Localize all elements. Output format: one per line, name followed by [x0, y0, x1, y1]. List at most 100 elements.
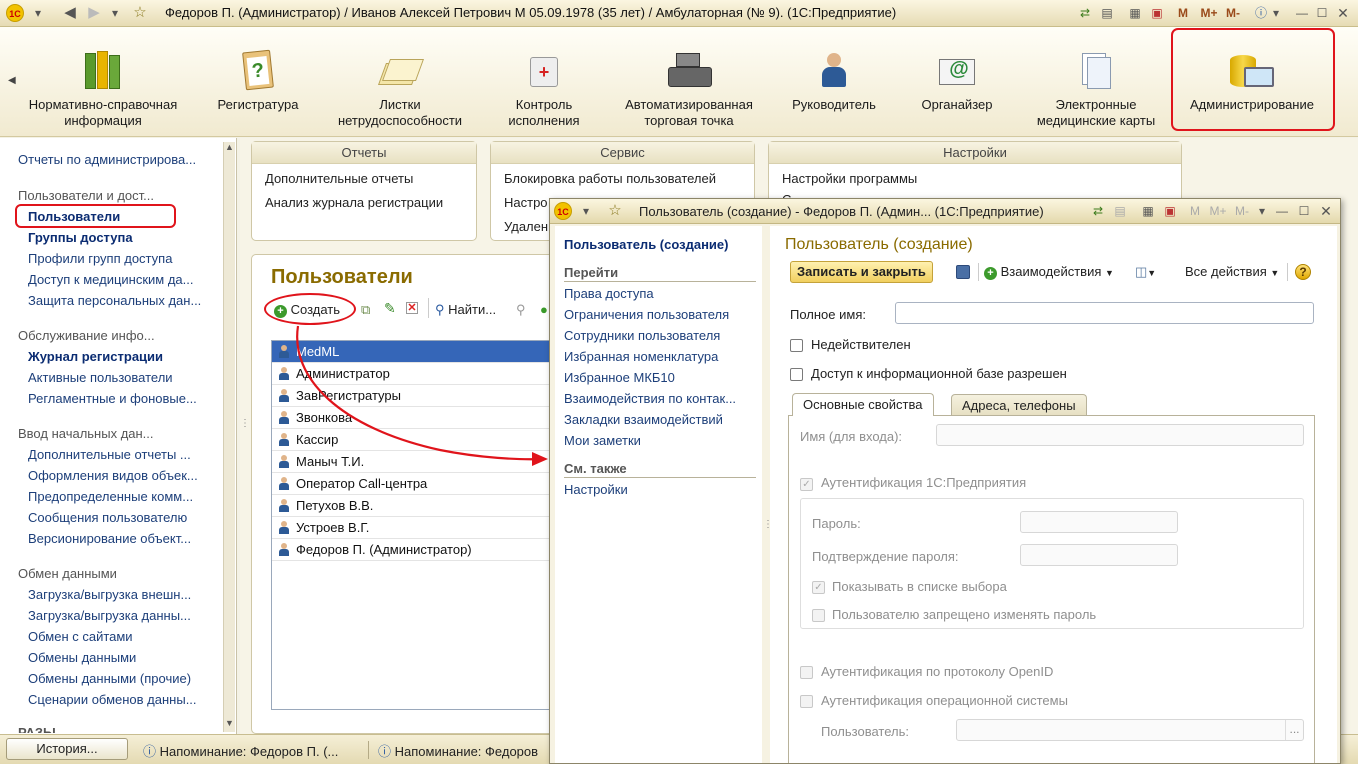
reminder-tab-1[interactable]: ⓘ Напоминание: Федоров П. (...: [143, 741, 338, 760]
dialog-nav-favorite-items[interactable]: Избранная номенклатура: [564, 349, 718, 364]
dialog-m-button[interactable]: M: [1188, 202, 1202, 220]
link-block-users[interactable]: Блокировка работы пользователей: [504, 171, 716, 186]
find-button[interactable]: ⚲ Найти...: [435, 302, 496, 318]
forward-arrow-icon[interactable]: ▶: [84, 4, 104, 22]
memory-mminus-button[interactable]: M-: [1222, 4, 1244, 22]
all-actions-button[interactable]: Все действия ▼: [1185, 264, 1279, 279]
section-organizer[interactable]: @ Органайзер: [912, 49, 1002, 113]
help-button[interactable]: ?: [1295, 264, 1311, 280]
access-allowed-checkbox[interactable]: [790, 368, 803, 381]
nav-access-groups[interactable]: Группы доступа: [28, 230, 133, 245]
nav-event-log[interactable]: Журнал регистрации: [28, 349, 163, 364]
section-registry[interactable]: ? Регистратура: [208, 49, 308, 113]
nav-other-exchanges[interactable]: Обмены данными (прочие): [28, 671, 191, 686]
nav-site-exchange[interactable]: Обмен с сайтами: [28, 629, 133, 644]
left-scrollbar[interactable]: ▲ ▼: [223, 142, 235, 732]
nav-personal-data-protection[interactable]: Защита персональных дан...: [28, 293, 201, 308]
nav-active-users[interactable]: Активные пользователи: [28, 370, 173, 385]
dialog-logo-icon[interactable]: 1С: [554, 202, 572, 220]
dialog-nav-settings[interactable]: Настройки: [564, 482, 628, 497]
section-medical-cards[interactable]: Электронные медицинские карты: [1026, 49, 1166, 129]
dialog-nav-access-rights[interactable]: Права доступа: [564, 286, 654, 301]
dialog-star-icon[interactable]: ☆: [606, 202, 624, 220]
dialog-nav-current[interactable]: Пользователь (создание): [564, 237, 728, 252]
nav-medical-data-access[interactable]: Доступ к медицинским да...: [28, 272, 194, 287]
nav-admin-reports[interactable]: Отчеты по администрирова...: [18, 152, 196, 167]
link-service-settings[interactable]: Настро: [504, 195, 548, 210]
link-additional-reports[interactable]: Дополнительные отчеты: [265, 171, 413, 186]
nav-object-versioning[interactable]: Версионирование объект...: [28, 531, 191, 546]
favorite-star-icon[interactable]: ☆: [130, 4, 150, 22]
nav-access-group-profiles[interactable]: Профили групп доступа: [28, 251, 172, 266]
dialog-link-icon[interactable]: ⇄: [1090, 202, 1106, 220]
openid-checkbox[interactable]: [800, 666, 813, 679]
cancel-search-icon[interactable]: ⚲: [516, 302, 526, 318]
dialog-maximize-icon[interactable]: ☐: [1296, 202, 1312, 220]
close-icon[interactable]: ✕: [1334, 4, 1352, 22]
history-button[interactable]: История...: [6, 738, 128, 760]
dialog-mminus-button[interactable]: M-: [1232, 202, 1252, 220]
dialog-calculator-icon[interactable]: ▦: [1140, 202, 1156, 220]
show-in-list-checkbox[interactable]: ✓: [812, 581, 825, 594]
save-and-close-button[interactable]: Записать и закрыть: [790, 261, 933, 283]
invalid-checkbox[interactable]: [790, 339, 803, 352]
calculator-icon[interactable]: ▦: [1126, 4, 1144, 22]
nav-data-upload[interactable]: Загрузка/выгрузка данны...: [28, 608, 191, 623]
memory-mplus-button[interactable]: M+: [1198, 4, 1220, 22]
calendar-icon[interactable]: ▣: [1148, 4, 1166, 22]
info-icon[interactable]: ⓘ: [1252, 4, 1270, 22]
user-row[interactable]: Федоров П. (Администратор): [272, 539, 557, 561]
section-administration[interactable]: Администрирование: [1180, 49, 1324, 113]
copy-icon[interactable]: ⧉: [361, 302, 370, 318]
dialog-nav-user-employees[interactable]: Сотрудники пользователя: [564, 328, 720, 343]
dialog-nav-user-restrictions[interactable]: Ограничения пользователя: [564, 307, 729, 322]
nav-object-views[interactable]: Оформления видов объек...: [28, 468, 198, 483]
section-sick-leave[interactable]: Листки нетрудоспособности: [326, 49, 474, 129]
section-trade-point[interactable]: Автоматизированная торговая точка: [614, 49, 764, 129]
nav-users[interactable]: Пользователи: [28, 209, 120, 224]
more-icon[interactable]: ●: [540, 302, 548, 317]
os-auth-checkbox[interactable]: [800, 695, 813, 708]
tab-main-properties[interactable]: Основные свойства: [792, 393, 934, 416]
reminder-tab-2[interactable]: ⓘ Напоминание: Федоров: [378, 741, 538, 760]
app-logo-icon[interactable]: 1С: [6, 4, 24, 22]
dialog-calendar-icon[interactable]: ▣: [1162, 202, 1178, 220]
attach-icon[interactable]: ◫▼: [1135, 264, 1156, 280]
nav-user-messages[interactable]: Сообщения пользователю: [28, 510, 187, 525]
user-row[interactable]: Устроев В.Г.: [272, 517, 557, 539]
nav-additional-reports[interactable]: Дополнительные отчеты ...: [28, 447, 191, 462]
interactions-button[interactable]: + Взаимодействия ▼: [984, 264, 1114, 280]
maximize-icon[interactable]: ☐: [1313, 4, 1331, 22]
info-dropdown-icon[interactable]: ▾: [1270, 4, 1282, 22]
dialog-mplus-button[interactable]: M+: [1208, 202, 1228, 220]
dialog-menu-icon[interactable]: ▾: [578, 202, 594, 220]
dialog-print-icon[interactable]: ▤: [1112, 202, 1128, 220]
memory-m-button[interactable]: M: [1176, 4, 1190, 22]
nav-data-exchanges[interactable]: Обмены данными: [28, 650, 136, 665]
menu-arrow-icon[interactable]: ▾: [30, 4, 46, 22]
login-name-input[interactable]: [936, 424, 1304, 446]
link-icon[interactable]: ⇄: [1076, 4, 1094, 22]
nav-exchange-scenarios[interactable]: Сценарии обменов данны...: [28, 692, 197, 707]
link-program-settings[interactable]: Настройки программы: [782, 171, 917, 186]
dialog-nav-contact-interactions[interactable]: Взаимодействия по контак...: [564, 391, 736, 406]
nav-external-upload[interactable]: Загрузка/выгрузка внешн...: [28, 587, 191, 602]
confirm-password-input[interactable]: [1020, 544, 1178, 566]
dialog-nav-my-notes[interactable]: Мои заметки: [564, 433, 641, 448]
auth-1c-checkbox[interactable]: ✓: [800, 478, 813, 491]
nav-predefined-commands[interactable]: Предопределенные комм...: [28, 489, 193, 504]
dialog-close-icon[interactable]: ✕: [1318, 202, 1334, 220]
full-name-input[interactable]: [895, 302, 1314, 324]
section-execution-control[interactable]: + Контроль исполнения: [496, 49, 592, 129]
history-dropdown-icon[interactable]: ▾: [108, 4, 122, 22]
dialog-more-icon[interactable]: ▾: [1256, 202, 1268, 220]
dialog-nav-interaction-bookmarks[interactable]: Закладки взаимодействий: [564, 412, 723, 427]
scroll-up-icon[interactable]: ▲: [225, 142, 234, 152]
splitter-handle-icon[interactable]: ⋮: [240, 419, 250, 429]
section-reference-info[interactable]: Нормативно-справочная информация: [18, 49, 188, 129]
user-row[interactable]: Петухов В.В.: [272, 495, 557, 517]
scroll-down-icon[interactable]: ▼: [225, 718, 234, 728]
scroll-left-icon[interactable]: ◀: [8, 75, 16, 86]
password-input[interactable]: [1020, 511, 1178, 533]
back-arrow-icon[interactable]: ◀: [60, 4, 80, 22]
